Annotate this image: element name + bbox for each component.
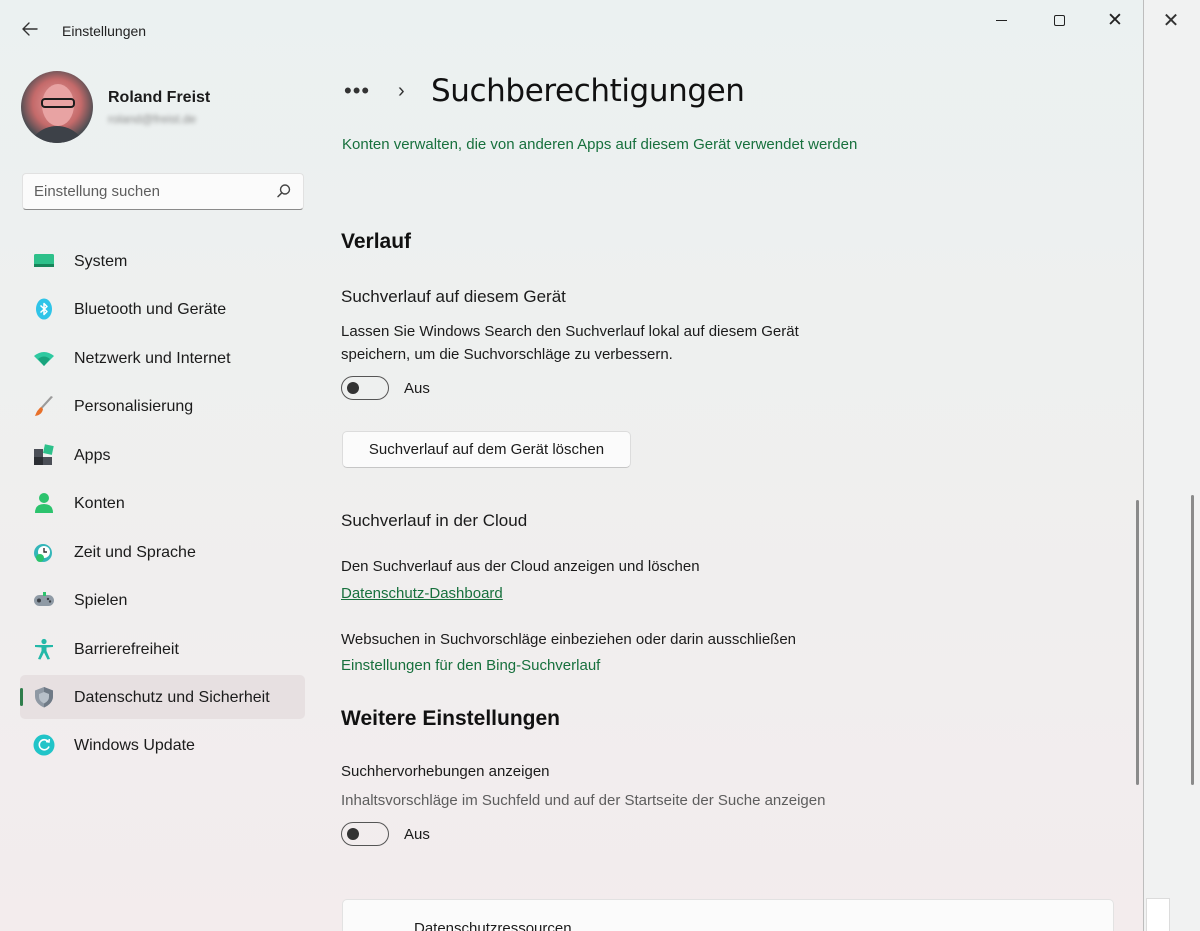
sidebar-item-label: Spielen (74, 592, 128, 609)
sidebar-item-accounts[interactable]: Konten (20, 481, 305, 525)
update-icon (33, 734, 55, 756)
sidebar-item-label: Zeit und Sprache (74, 544, 196, 561)
minimize-button[interactable] (978, 8, 1024, 34)
toggle-knob (347, 828, 359, 840)
close-button[interactable]: ✕ (1092, 8, 1138, 34)
accessibility-icon (33, 638, 55, 660)
sidebar-item-network[interactable]: Netzwerk und Internet (20, 336, 305, 380)
active-indicator (20, 688, 23, 706)
sidebar-item-label: Personalisierung (74, 398, 194, 415)
sidebar-item-gaming[interactable]: Spielen (20, 578, 305, 622)
sidebar-item-label: Apps (74, 447, 111, 464)
sidebar-item-accessibility[interactable]: Barrierefreiheit (20, 627, 305, 671)
maximize-button[interactable] (1036, 8, 1082, 34)
search-placeholder: Einstellung suchen (34, 183, 160, 200)
back-button[interactable] (16, 18, 44, 44)
background-window-card (1146, 898, 1170, 931)
sidebar-item-time-language[interactable]: Zeit und Sprache (20, 530, 305, 574)
profile-email: roland@freist.de (108, 112, 197, 126)
bluetooth-icon (33, 298, 55, 320)
sidebar-item-label: Konten (74, 495, 125, 512)
sidebar-item-apps[interactable]: Apps (20, 433, 305, 477)
app-title: Einstellungen (62, 23, 147, 39)
sidebar-item-label: Bluetooth und Geräte (74, 301, 227, 318)
web-search-description: Websuchen in Suchvorschläge einbeziehen … (341, 631, 797, 648)
cloud-history-description: Den Suchverlauf aus der Cloud anzeigen u… (341, 558, 700, 575)
sidebar-item-label: Barrierefreiheit (74, 641, 179, 658)
device-history-description: Lassen Sie Windows Search den Suchverlau… (341, 323, 799, 363)
minimize-icon (995, 20, 1007, 22)
search-highlights-toggle-state: Aus (404, 826, 430, 843)
more-settings-section-heading: Weitere Einstellungen (341, 707, 560, 730)
settings-window: Einstellungen ✕ Roland Freist roland@fre… (0, 0, 1144, 931)
clear-device-history-button[interactable]: Suchverlauf auf dem Gerät löschen (342, 431, 631, 468)
cloud-history-title: Suchverlauf in der Cloud (341, 511, 528, 530)
device-history-title: Suchverlauf auf diesem Gerät (341, 287, 566, 306)
history-section-heading: Verlauf (341, 230, 412, 253)
privacy-dashboard-link[interactable]: Datenschutz-Dashboard (341, 585, 503, 602)
settings-search-input[interactable]: Einstellung suchen (22, 173, 304, 210)
privacy-resources-label: Datenschutzressourcen (414, 920, 572, 931)
sidebar-item-privacy-security[interactable]: Datenschutz und Sicherheit (20, 675, 305, 719)
privacy-resources-card[interactable]: Datenschutzressourcen (342, 899, 1114, 931)
maximize-icon (1053, 15, 1065, 27)
device-history-toggle-state: Aus (404, 380, 430, 397)
manage-accounts-link[interactable]: Konten verwalten, die von anderen Apps a… (342, 134, 882, 156)
sidebar-item-bluetooth[interactable]: Bluetooth und Geräte (20, 287, 305, 331)
sidebar-item-label: System (74, 253, 128, 270)
apps-icon (33, 444, 55, 466)
sidebar-item-windows-update[interactable]: Windows Update (20, 723, 305, 767)
brush-icon (33, 395, 55, 417)
toggle-knob (347, 382, 359, 394)
search-icon[interactable] (275, 182, 293, 200)
sidebar-item-personalization[interactable]: Personalisierung (20, 384, 305, 428)
person-icon (33, 492, 55, 514)
sidebar-item-label: Windows Update (74, 737, 195, 754)
device-history-toggle[interactable] (341, 376, 389, 400)
gamepad-icon (33, 589, 55, 611)
sidebar-item-system[interactable]: System (20, 239, 305, 283)
avatar[interactable] (21, 71, 93, 143)
sidebar-item-label: Netzwerk und Internet (74, 350, 231, 367)
clock-globe-icon (33, 541, 55, 563)
search-highlights-toggle[interactable] (341, 822, 389, 846)
search-highlights-title: Suchhervorhebungen anzeigen (341, 763, 550, 780)
title-bar: Einstellungen ✕ (0, 0, 1143, 60)
system-icon (33, 250, 55, 272)
breadcrumb-overflow-button[interactable]: ••• (344, 78, 370, 104)
page-title: Suchberechtigungen (431, 73, 745, 109)
bing-history-settings-link[interactable]: Einstellungen für den Bing-Suchverlauf (341, 657, 600, 674)
search-highlights-description: Inhaltsvorschläge im Suchfeld und auf de… (341, 792, 826, 809)
sidebar-item-label: Datenschutz und Sicherheit (74, 689, 270, 706)
wifi-icon (33, 347, 55, 369)
profile-name: Roland Freist (108, 89, 211, 106)
shield-icon (33, 686, 55, 708)
back-arrow-icon (22, 21, 38, 40)
content-scrollbar[interactable] (1136, 500, 1139, 785)
close-icon: ✕ (1107, 10, 1123, 31)
breadcrumb-separator: › (398, 80, 405, 102)
background-window-scrollbar[interactable] (1191, 495, 1194, 785)
background-window-close-icon[interactable]: ✕ (1160, 10, 1182, 32)
